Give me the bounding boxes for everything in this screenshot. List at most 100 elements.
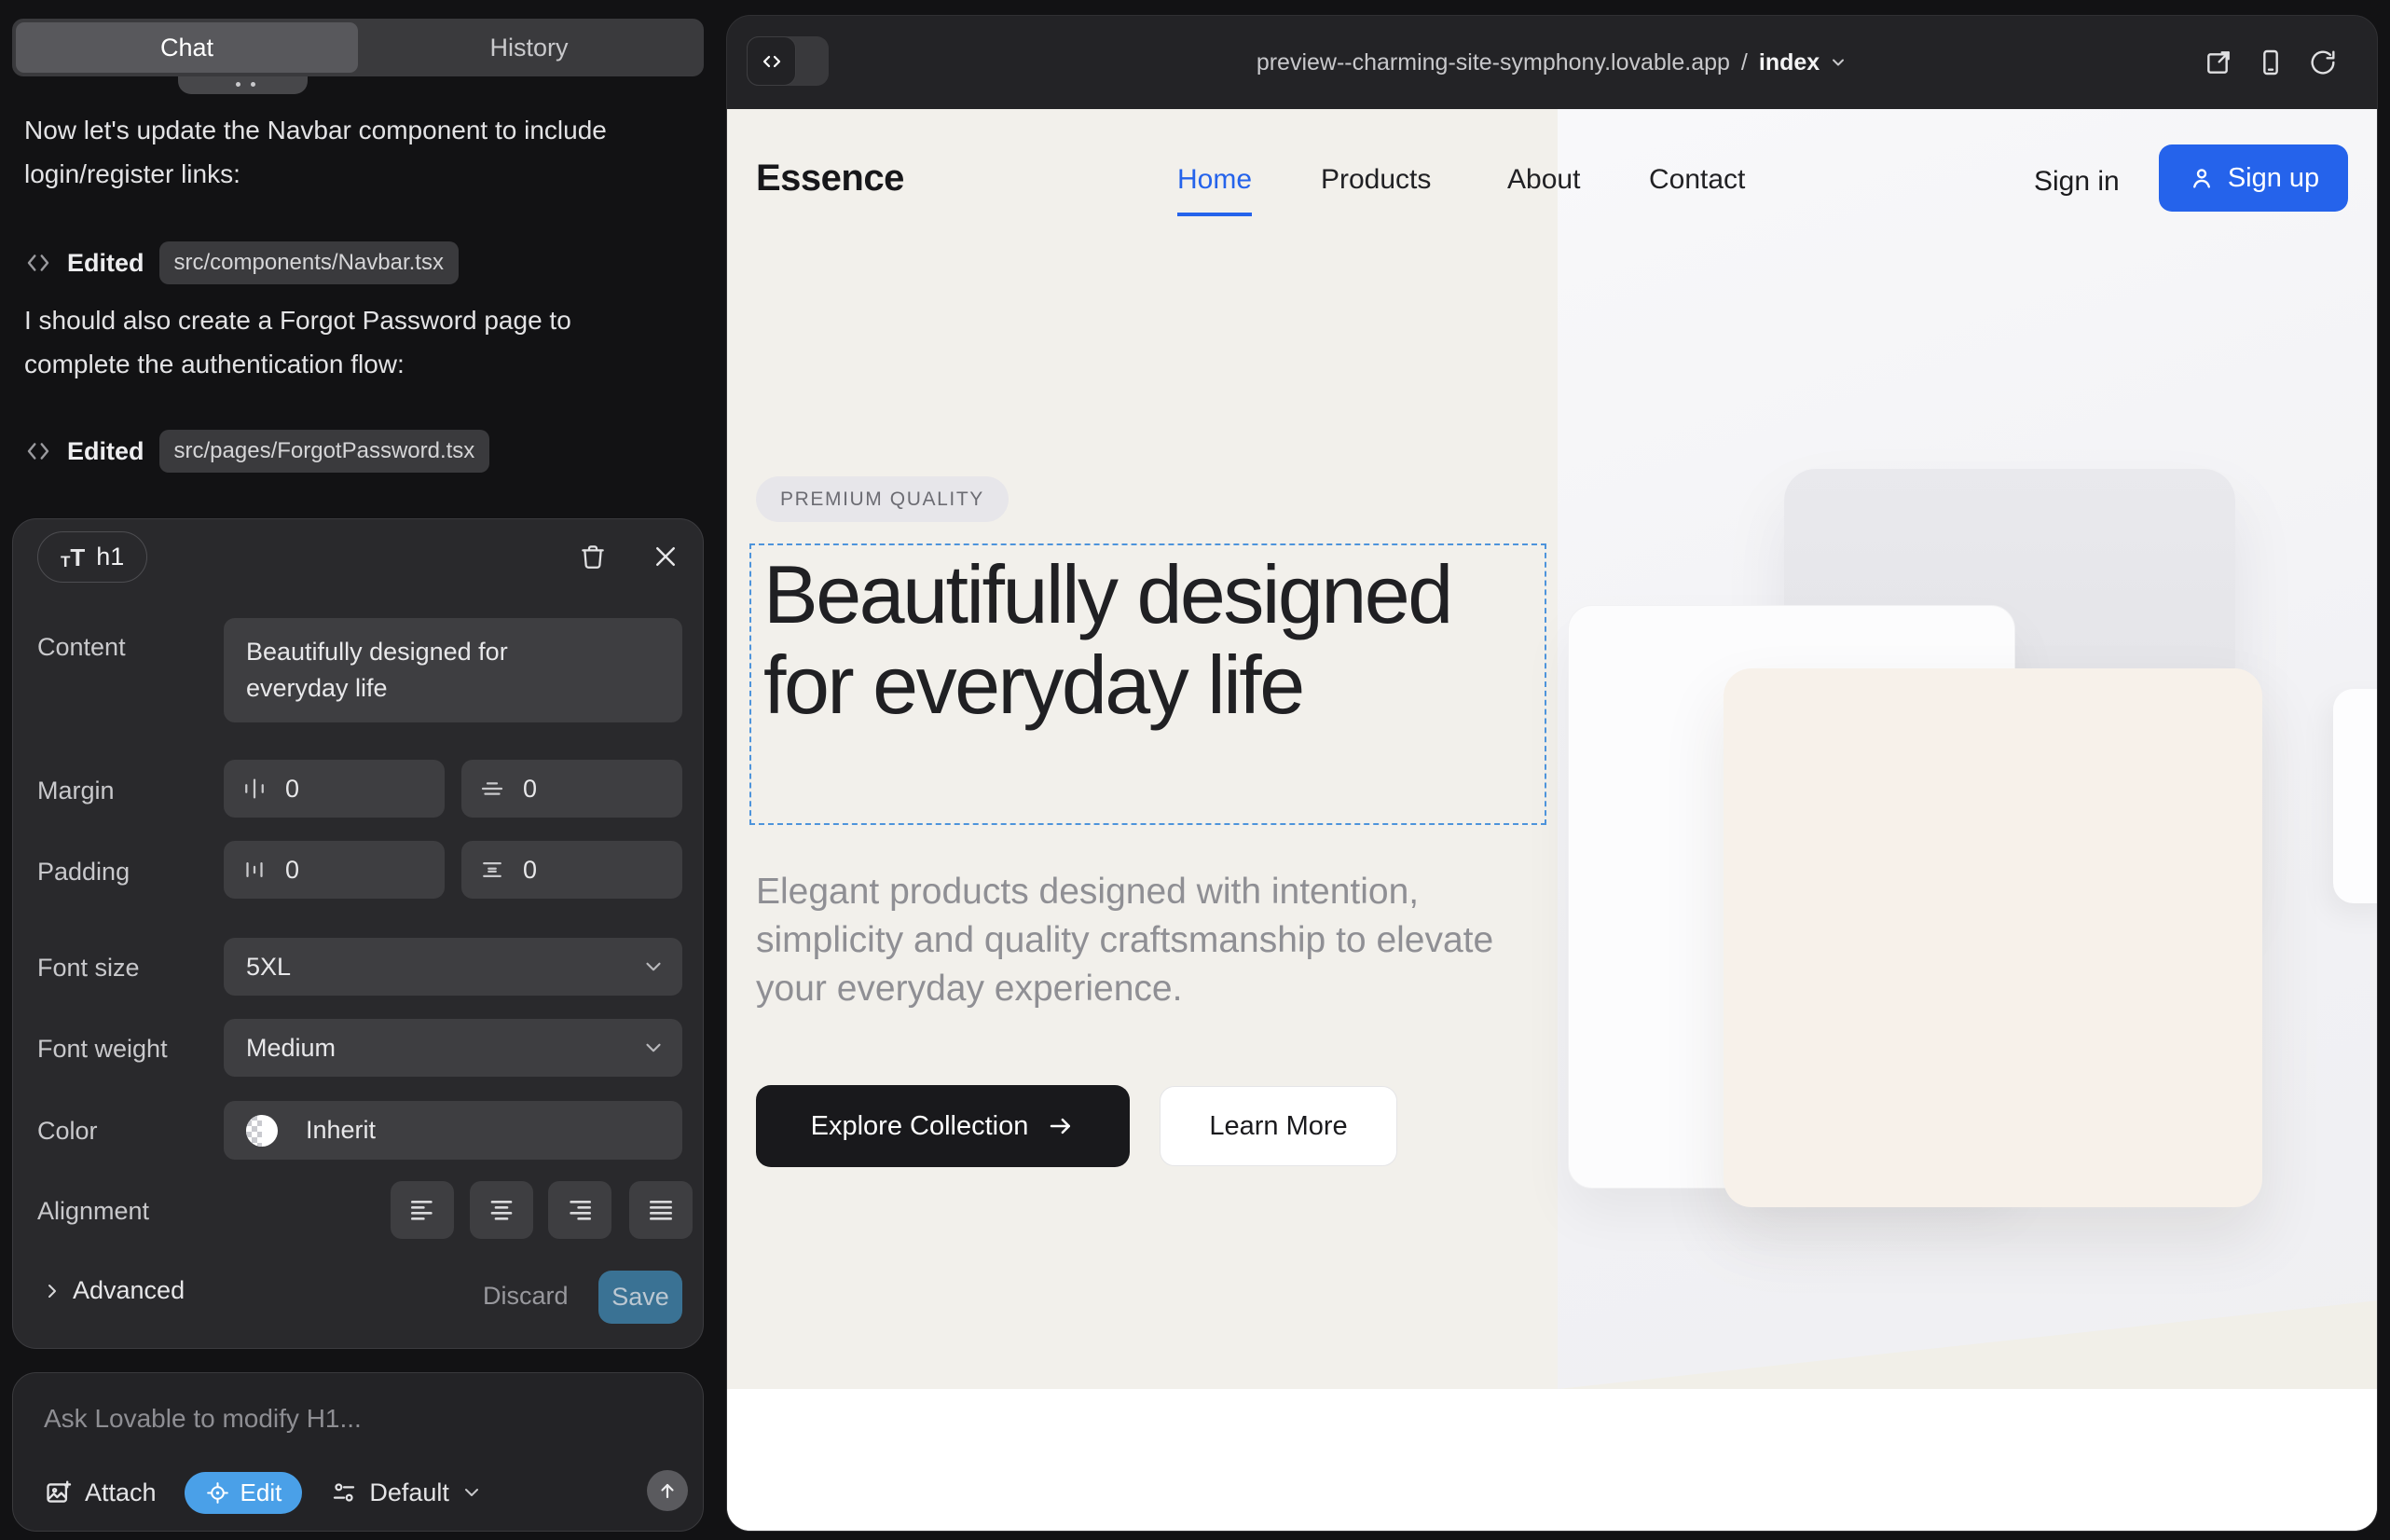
advanced-toggle[interactable]: Advanced: [41, 1276, 185, 1305]
content-textarea[interactable]: Beautifully designed for everyday life: [224, 618, 682, 722]
chevron-down-icon: [641, 955, 666, 979]
margin-x-value: 0: [285, 775, 299, 804]
user-icon: [2188, 164, 2216, 192]
edit-mode-button[interactable]: Edit: [185, 1472, 303, 1514]
margin-y-value: 0: [523, 775, 537, 804]
element-tag-label: h1: [96, 543, 124, 571]
hero-badge: PREMIUM QUALITY: [756, 476, 1009, 522]
crosshair-icon: [205, 1480, 230, 1506]
chat-history-tabbar: Chat History: [12, 19, 704, 76]
preview-window: preview--charming-site-symphony.lovable.…: [726, 15, 2378, 1532]
url-host: preview--charming-site-symphony.lovable.…: [1257, 49, 1730, 76]
edited-file-row[interactable]: Edited src/components/Navbar.tsx: [24, 241, 459, 285]
alignment-label: Alignment: [37, 1197, 149, 1226]
padding-label: Padding: [37, 858, 130, 887]
font-weight-label: Font weight: [37, 1035, 168, 1064]
trash-icon: [578, 542, 608, 571]
element-editor-panel: TT h1 Content Beautifully designed for e…: [12, 518, 704, 1349]
refresh-button[interactable]: [2308, 48, 2338, 77]
site-logo[interactable]: Essence: [756, 158, 904, 199]
margin-label: Margin: [37, 777, 115, 805]
code-icon: [761, 50, 783, 73]
code-toggle-active-segment: [747, 36, 796, 86]
align-center-icon: [487, 1195, 516, 1225]
close-editor-button[interactable]: [647, 538, 684, 575]
align-justify-button[interactable]: [629, 1181, 693, 1239]
chevron-down-icon: [460, 1481, 483, 1504]
nav-link-home[interactable]: Home: [1177, 164, 1252, 216]
align-justify-icon: [646, 1195, 676, 1225]
edited-label: Edited: [67, 437, 144, 466]
font-weight-value: Medium: [246, 1034, 336, 1063]
padding-y-value: 0: [523, 856, 537, 885]
send-button[interactable]: [647, 1470, 688, 1511]
explore-collection-button[interactable]: Explore Collection: [756, 1085, 1130, 1167]
next-section-background: [727, 1389, 2377, 1532]
default-label: Default: [369, 1478, 449, 1507]
attach-button[interactable]: Attach: [44, 1478, 157, 1507]
close-icon: [652, 543, 680, 571]
file-chip[interactable]: src/pages/ForgotPassword.tsx: [159, 430, 490, 473]
padding-vertical-icon: [478, 856, 506, 884]
preview-toolbar: preview--charming-site-symphony.lovable.…: [727, 16, 2377, 109]
nav-link-about[interactable]: About: [1507, 164, 1580, 213]
sign-up-button[interactable]: Sign up: [2159, 144, 2348, 212]
margin-x-input[interactable]: 0: [224, 760, 445, 818]
prompt-input[interactable]: [44, 1394, 659, 1444]
mobile-view-button[interactable]: [2256, 48, 2286, 77]
code-preview-toggle[interactable]: [747, 36, 829, 86]
align-right-icon: [565, 1195, 595, 1225]
code-icon: [24, 249, 52, 277]
padding-x-input[interactable]: 0: [224, 841, 445, 899]
refresh-icon: [2308, 48, 2338, 77]
hero-heading: Beautifully designed for everyday life: [751, 545, 1545, 730]
align-center-button[interactable]: [470, 1181, 533, 1239]
color-select[interactable]: Inherit: [224, 1101, 682, 1160]
lovable-prompt-box: Attach Edit Default: [12, 1372, 704, 1532]
hero-description: Elegant products designed with intention…: [756, 868, 1502, 1013]
margin-vertical-icon: [478, 775, 506, 803]
font-size-select[interactable]: 5XL: [224, 938, 682, 996]
chevron-right-icon: [41, 1280, 63, 1302]
url-separator: /: [1741, 49, 1748, 76]
margin-y-input[interactable]: 0: [461, 760, 682, 818]
learn-more-button[interactable]: Learn More: [1160, 1086, 1397, 1166]
sign-in-link[interactable]: Sign in: [2034, 166, 2120, 198]
align-right-button[interactable]: [548, 1181, 611, 1239]
content-field-wrap: Beautifully designed for everyday life: [224, 618, 682, 722]
font-size-value: 5XL: [246, 953, 291, 982]
edited-file-row[interactable]: Edited src/pages/ForgotPassword.tsx: [24, 429, 489, 474]
nav-link-products[interactable]: Products: [1321, 164, 1431, 213]
code-icon: [24, 437, 52, 465]
color-value: Inherit: [306, 1116, 376, 1145]
decor-card-beige: [1724, 668, 2262, 1207]
attach-label: Attach: [85, 1478, 157, 1507]
padding-y-input[interactable]: 0: [461, 841, 682, 899]
decor-card-edge: [2333, 689, 2377, 903]
delete-element-button[interactable]: [574, 538, 611, 575]
nav-link-contact[interactable]: Contact: [1649, 164, 1745, 213]
h1-selection-outline[interactable]: Beautifully designed for everyday life: [749, 543, 1546, 825]
tab-history[interactable]: History: [358, 22, 700, 73]
tab-chat[interactable]: Chat: [16, 22, 358, 73]
sign-up-label: Sign up: [2228, 163, 2319, 194]
advanced-label: Advanced: [73, 1276, 185, 1305]
edit-label: Edit: [240, 1478, 282, 1507]
chat-message: I should also create a Forgot Password p…: [24, 298, 625, 386]
url-page: index: [1759, 49, 1820, 76]
font-weight-select[interactable]: Medium: [224, 1019, 682, 1077]
save-button[interactable]: Save: [598, 1271, 682, 1324]
sliders-icon: [330, 1478, 358, 1506]
discard-button[interactable]: Discard: [483, 1282, 569, 1311]
padding-horizontal-icon: [240, 856, 268, 884]
site-canvas: Essence Home Products About Contact Sign…: [727, 109, 2377, 1532]
chat-message: Now let's update the Navbar component to…: [24, 108, 625, 196]
element-tag-badge: TT h1: [37, 531, 147, 583]
open-external-icon: [2204, 48, 2233, 77]
scrolled-badge-remnant: [178, 76, 308, 94]
file-chip[interactable]: src/components/Navbar.tsx: [159, 241, 459, 284]
open-external-button[interactable]: [2204, 48, 2233, 77]
preview-url[interactable]: preview--charming-site-symphony.lovable.…: [1257, 49, 1847, 76]
align-left-button[interactable]: [391, 1181, 454, 1239]
model-default-select[interactable]: Default: [330, 1478, 483, 1507]
